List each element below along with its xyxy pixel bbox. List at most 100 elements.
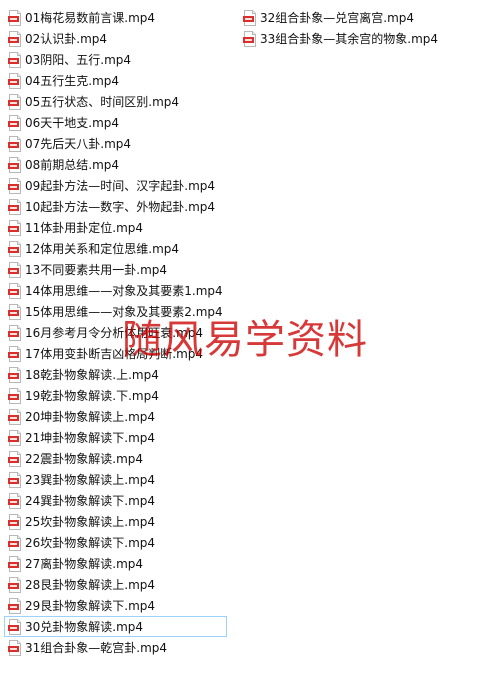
video-file-icon xyxy=(8,51,22,68)
file-name: 01梅花易数前言课.mp4 xyxy=(25,10,156,25)
video-file-icon xyxy=(8,324,22,341)
file-item[interactable]: 05五行状态、时间区别.mp4 xyxy=(4,91,227,112)
video-file-icon xyxy=(8,450,22,467)
file-name: 24巽卦物象解读下.mp4 xyxy=(25,493,156,508)
video-file-icon xyxy=(8,93,22,110)
file-item[interactable]: 20坤卦物象解读上.mp4 xyxy=(4,406,227,427)
file-name: 13不同要素共用一卦.mp4 xyxy=(25,262,168,277)
file-item[interactable]: 32组合卦象—兑宫离宫.mp4 xyxy=(239,7,442,28)
file-name: 15体用思维——对象及其要素2.mp4 xyxy=(25,304,223,319)
file-item[interactable]: 14体用思维——对象及其要素1.mp4 xyxy=(4,280,227,301)
file-item[interactable]: 01梅花易数前言课.mp4 xyxy=(4,7,227,28)
file-name: 02认识卦.mp4 xyxy=(25,31,108,46)
file-item[interactable]: 15体用思维——对象及其要素2.mp4 xyxy=(4,301,227,322)
video-file-icon xyxy=(8,261,22,278)
file-item[interactable]: 12体用关系和定位思维.mp4 xyxy=(4,238,227,259)
file-item[interactable]: 25坎卦物象解读上.mp4 xyxy=(4,511,227,532)
file-name: 26坎卦物象解读下.mp4 xyxy=(25,535,156,550)
video-file-icon xyxy=(8,198,22,215)
file-name: 20坤卦物象解读上.mp4 xyxy=(25,409,156,424)
file-name: 28艮卦物象解读上.mp4 xyxy=(25,577,156,592)
file-name: 10起卦方法—数字、外物起卦.mp4 xyxy=(25,199,216,214)
video-file-icon xyxy=(8,114,22,131)
file-item[interactable]: 28艮卦物象解读上.mp4 xyxy=(4,574,227,595)
video-file-icon xyxy=(8,576,22,593)
file-name: 12体用关系和定位思维.mp4 xyxy=(25,241,180,256)
file-item[interactable]: 30兑卦物象解读.mp4 xyxy=(4,616,227,637)
file-item[interactable]: 31组合卦象—乾宫卦.mp4 xyxy=(4,637,227,658)
file-list-right: 32组合卦象—兑宫离宫.mp4 33组合卦象—其余宫的物象.mp4 xyxy=(239,7,442,49)
file-name: 33组合卦象—其余宫的物象.mp4 xyxy=(260,31,439,46)
video-file-icon xyxy=(8,9,22,26)
video-file-icon xyxy=(8,387,22,404)
file-item[interactable]: 08前期总结.mp4 xyxy=(4,154,227,175)
file-name: 25坎卦物象解读上.mp4 xyxy=(25,514,156,529)
video-file-icon xyxy=(8,345,22,362)
file-name: 06天干地支.mp4 xyxy=(25,115,120,130)
file-name: 05五行状态、时间区别.mp4 xyxy=(25,94,180,109)
file-name: 04五行生克.mp4 xyxy=(25,73,120,88)
file-item[interactable]: 16月参考月令分析体用旺衰.mp4 xyxy=(4,322,227,343)
file-item[interactable]: 04五行生克.mp4 xyxy=(4,70,227,91)
file-name: 18乾卦物象解读.上.mp4 xyxy=(25,367,159,382)
video-file-icon xyxy=(8,534,22,551)
file-name: 16月参考月令分析体用旺衰.mp4 xyxy=(25,325,204,340)
video-file-icon xyxy=(8,639,22,656)
file-item[interactable]: 29艮卦物象解读下.mp4 xyxy=(4,595,227,616)
file-item[interactable]: 22震卦物象解读.mp4 xyxy=(4,448,227,469)
file-item[interactable]: 26坎卦物象解读下.mp4 xyxy=(4,532,227,553)
video-file-icon xyxy=(8,240,22,257)
file-item[interactable]: 02认识卦.mp4 xyxy=(4,28,227,49)
file-item[interactable]: 23巽卦物象解读上.mp4 xyxy=(4,469,227,490)
file-item[interactable]: 11体卦用卦定位.mp4 xyxy=(4,217,227,238)
video-file-icon xyxy=(8,597,22,614)
file-name: 21坤卦物象解读下.mp4 xyxy=(25,430,156,445)
file-name: 29艮卦物象解读下.mp4 xyxy=(25,598,156,613)
video-file-icon xyxy=(8,366,22,383)
file-name: 08前期总结.mp4 xyxy=(25,157,120,172)
video-file-icon xyxy=(243,9,257,26)
video-file-icon xyxy=(8,30,22,47)
video-file-icon xyxy=(8,177,22,194)
file-name: 32组合卦象—兑宫离宫.mp4 xyxy=(260,10,415,25)
video-file-icon xyxy=(8,618,22,635)
video-file-icon xyxy=(8,555,22,572)
file-name: 17体用变卦断吉凶格局判断.mp4 xyxy=(25,346,204,361)
file-item[interactable]: 21坤卦物象解读下.mp4 xyxy=(4,427,227,448)
file-list-left: 01梅花易数前言课.mp4 02认识卦.mp4 03阴阳、五行.mp4 04五行生克.… xyxy=(4,7,227,658)
file-item[interactable]: 19乾卦物象解读.下.mp4 xyxy=(4,385,227,406)
video-file-icon xyxy=(243,30,257,47)
video-file-icon xyxy=(8,513,22,530)
file-item[interactable]: 18乾卦物象解读.上.mp4 xyxy=(4,364,227,385)
file-item[interactable]: 27离卦物象解读.mp4 xyxy=(4,553,227,574)
file-item[interactable]: 24巽卦物象解读下.mp4 xyxy=(4,490,227,511)
file-name: 23巽卦物象解读上.mp4 xyxy=(25,472,156,487)
video-file-icon xyxy=(8,135,22,152)
file-name: 07先后天八卦.mp4 xyxy=(25,136,132,151)
video-file-icon xyxy=(8,282,22,299)
file-item[interactable]: 17体用变卦断吉凶格局判断.mp4 xyxy=(4,343,227,364)
file-item[interactable]: 07先后天八卦.mp4 xyxy=(4,133,227,154)
file-item[interactable]: 10起卦方法—数字、外物起卦.mp4 xyxy=(4,196,227,217)
file-item[interactable]: 13不同要素共用一卦.mp4 xyxy=(4,259,227,280)
file-name: 22震卦物象解读.mp4 xyxy=(25,451,144,466)
file-name: 11体卦用卦定位.mp4 xyxy=(25,220,144,235)
file-item[interactable]: 33组合卦象—其余宫的物象.mp4 xyxy=(239,28,442,49)
file-name: 03阴阳、五行.mp4 xyxy=(25,52,132,67)
file-name: 19乾卦物象解读.下.mp4 xyxy=(25,388,159,403)
video-file-icon xyxy=(8,219,22,236)
file-name: 14体用思维——对象及其要素1.mp4 xyxy=(25,283,223,298)
video-file-icon xyxy=(8,429,22,446)
file-name: 27离卦物象解读.mp4 xyxy=(25,556,144,571)
video-file-icon xyxy=(8,408,22,425)
video-file-icon xyxy=(8,303,22,320)
file-item[interactable]: 09起卦方法—时间、汉字起卦.mp4 xyxy=(4,175,227,196)
file-item[interactable]: 06天干地支.mp4 xyxy=(4,112,227,133)
file-name: 30兑卦物象解读.mp4 xyxy=(25,619,144,634)
video-file-icon xyxy=(8,72,22,89)
file-name: 09起卦方法—时间、汉字起卦.mp4 xyxy=(25,178,216,193)
video-file-icon xyxy=(8,492,22,509)
file-name: 31组合卦象—乾宫卦.mp4 xyxy=(25,640,168,655)
video-file-icon xyxy=(8,471,22,488)
file-item[interactable]: 03阴阳、五行.mp4 xyxy=(4,49,227,70)
